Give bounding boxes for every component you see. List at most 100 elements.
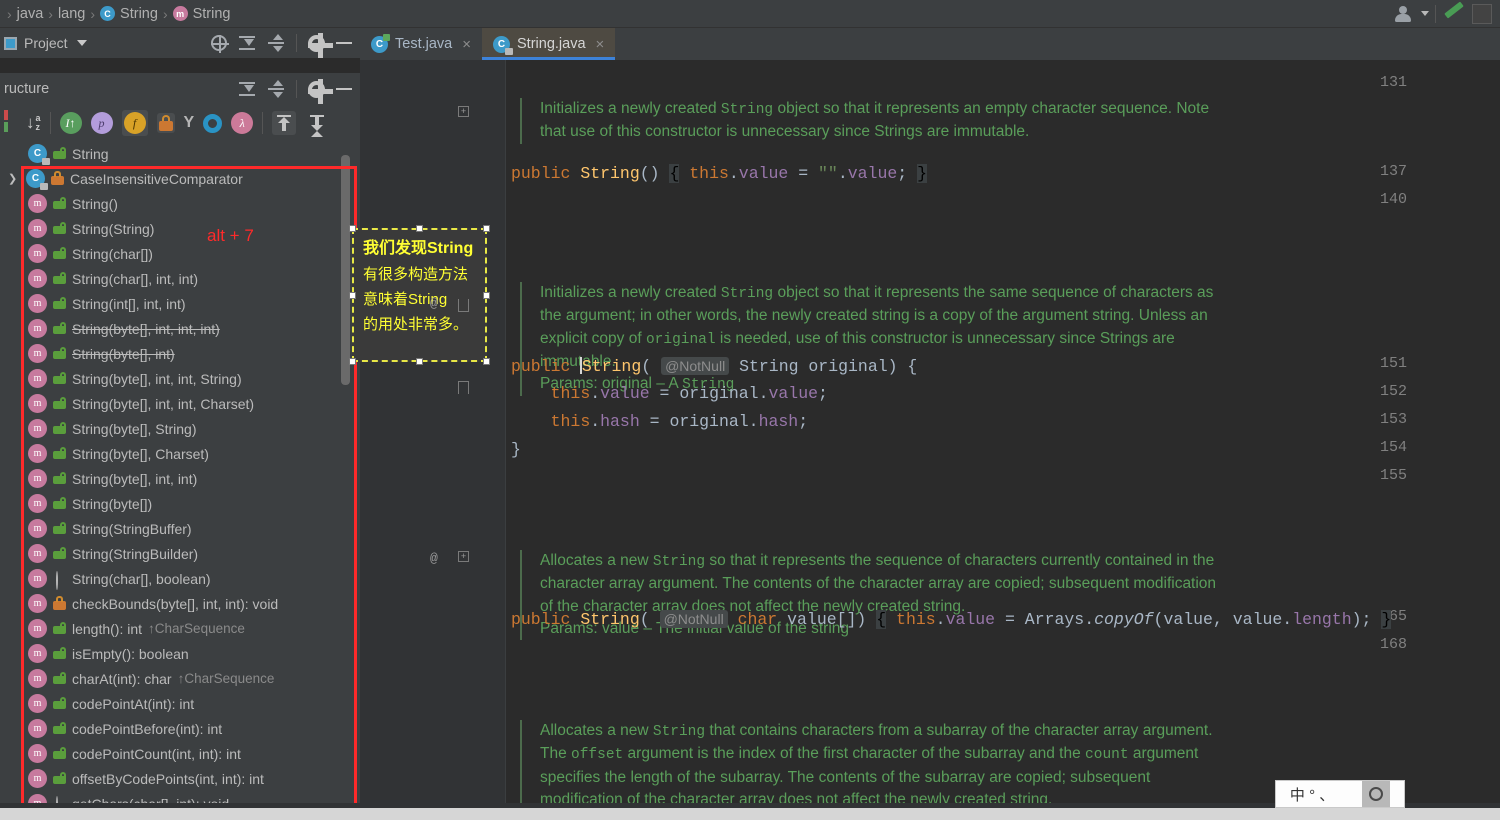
show-fields-icon: f xyxy=(123,112,146,134)
annotation-gutter-icon[interactable]: @ xyxy=(430,296,438,311)
fold-expand-icon[interactable]: + xyxy=(458,106,469,117)
structure-item[interactable]: m checkBounds(byte[], int, int): void xyxy=(0,591,360,616)
structure-item[interactable]: m String(byte[], String) xyxy=(0,416,360,441)
structure-item[interactable]: m String(byte[]) xyxy=(0,491,360,516)
fold-end-icon[interactable] xyxy=(458,381,469,394)
code-line-137[interactable]: public String() { this.value = "".value;… xyxy=(511,163,927,185)
structure-item[interactable]: m codePointAt(int): int xyxy=(0,691,360,716)
structure-item[interactable]: m String(byte[], int, int, int) xyxy=(0,316,360,341)
structure-item[interactable]: m String(byte[], int, int, Charset) xyxy=(0,391,360,416)
resize-handle-s[interactable] xyxy=(416,358,423,365)
hide-panel-icon[interactable] xyxy=(336,42,352,44)
code-line-165[interactable]: public String( @NotNull char value[]) { … xyxy=(511,608,1392,631)
structure-item[interactable]: m String(StringBuilder) xyxy=(0,541,360,566)
structure-tree[interactable]: C String ❯ C CaseInsensitiveComparator m Str… xyxy=(0,141,360,820)
resize-handle-nw[interactable] xyxy=(349,225,356,232)
code-editor[interactable]: 131 137 140 151 152 153 154 155 165 168 Initializ… xyxy=(360,60,1500,820)
code-content[interactable]: Initializes a newly created String objec… xyxy=(506,60,1500,820)
group-by-interface-icon[interactable] xyxy=(203,113,223,133)
structure-item[interactable]: m String(char[], int, int) xyxy=(0,266,360,291)
expand-all-icon[interactable] xyxy=(238,34,256,52)
expand-all-icon[interactable] xyxy=(238,80,256,98)
javadoc-text: is needed, use of this constructor is un… xyxy=(715,329,1175,347)
structure-item[interactable]: m String(byte[], int) xyxy=(0,341,360,366)
show-fields-toggle[interactable]: f xyxy=(121,110,148,136)
structure-item[interactable]: m length(): int ↑CharSequence xyxy=(0,616,360,641)
structure-item[interactable]: m codePointBefore(int): int xyxy=(0,716,360,741)
annotation-note-box[interactable]: 我们发现String 有很多构造方法 意味着String 的用处非常多。 xyxy=(349,225,490,365)
structure-item[interactable]: m charAt(int): char ↑CharSequence xyxy=(0,666,360,691)
show-non-public-toggle[interactable] xyxy=(156,113,175,133)
resize-handle-se[interactable] xyxy=(483,358,490,365)
fold-collapse-icon[interactable] xyxy=(458,299,469,312)
structure-item-label: String(String) xyxy=(72,220,155,237)
breadcrumb-item-class-string[interactable]: String xyxy=(120,6,158,22)
gear-icon[interactable] xyxy=(308,32,333,58)
structure-item[interactable]: m String(byte[], int, int, String) xyxy=(0,366,360,391)
breadcrumb-item-method-string[interactable]: String xyxy=(193,6,231,22)
show-properties-icon[interactable]: p xyxy=(90,112,113,134)
show-inherited-icon[interactable]: I↑ xyxy=(59,112,82,134)
fold-expand-icon[interactable]: + xyxy=(458,551,469,562)
public-visibility-icon xyxy=(53,497,66,510)
structure-item-label: codePointAt(int): int xyxy=(72,695,195,712)
resize-handle-sw[interactable] xyxy=(349,358,356,365)
resize-handle-n[interactable] xyxy=(416,225,423,232)
build-hammer-icon[interactable] xyxy=(1442,0,1466,24)
lock-icon xyxy=(158,115,173,131)
structure-item[interactable]: m offsetByCodePoints(int, int): int xyxy=(0,766,360,791)
resize-handle-w[interactable] xyxy=(349,292,356,299)
structure-item[interactable]: m String(StringBuffer) xyxy=(0,516,360,541)
chevron-down-icon[interactable] xyxy=(1421,11,1429,16)
structure-item[interactable]: m String(byte[], Charset) xyxy=(0,441,360,466)
code-line-152[interactable]: this.value = original.value; xyxy=(511,383,828,405)
structure-item[interactable]: m String(int[], int, int) xyxy=(0,291,360,316)
breadcrumb-item-lang[interactable]: lang xyxy=(58,6,85,22)
tab-string-java[interactable]: C String.java × xyxy=(482,28,616,60)
resize-handle-e[interactable] xyxy=(483,292,490,299)
show-lambdas-icon[interactable]: λ xyxy=(231,112,254,134)
close-icon[interactable]: × xyxy=(596,36,605,53)
capture-icon[interactable] xyxy=(1362,781,1391,807)
user-account-icon[interactable] xyxy=(1393,5,1415,23)
sort-by-visibility-icon[interactable] xyxy=(4,110,17,136)
structure-scrollbar[interactable] xyxy=(341,155,350,385)
toolbar-button[interactable] xyxy=(1472,3,1492,24)
hide-panel-icon[interactable] xyxy=(336,88,352,90)
collapse-all-icon[interactable] xyxy=(267,34,285,52)
locate-icon[interactable] xyxy=(211,35,229,53)
code-line-154[interactable]: } xyxy=(511,439,521,461)
structure-root-string[interactable]: C String xyxy=(0,141,360,166)
breadcrumb-item-java[interactable]: java xyxy=(17,6,44,22)
close-icon[interactable]: × xyxy=(462,36,471,53)
resize-handle-ne[interactable] xyxy=(483,225,490,232)
structure-item[interactable]: m String(char[]) xyxy=(0,241,360,266)
annotation-gutter-icon[interactable]: @ xyxy=(430,551,438,566)
divider xyxy=(49,112,51,134)
inlay-hint-notnull: @NotNull xyxy=(659,610,728,628)
structure-item[interactable]: m String(char[], boolean) xyxy=(0,566,360,591)
expand-all-icon[interactable] xyxy=(272,111,297,135)
chevron-right-icon[interactable]: ❯ xyxy=(8,172,20,185)
code-line-153[interactable]: this.hash = original.hash; xyxy=(511,411,808,433)
code-line-151[interactable]: public String( @NotNull String original)… xyxy=(511,355,917,378)
structure-item[interactable]: m isEmpty(): boolean xyxy=(0,641,360,666)
chevron-down-icon[interactable] xyxy=(76,40,87,46)
tab-label: String.java xyxy=(517,36,586,52)
class-icon: C xyxy=(100,6,116,21)
public-visibility-icon xyxy=(53,147,66,160)
structure-item[interactable]: m String(String) xyxy=(0,216,360,241)
structure-item[interactable]: m String(byte[], int, int) xyxy=(0,466,360,491)
collapse-all-icon[interactable] xyxy=(305,111,329,137)
structure-item[interactable]: m codePointCount(int, int): int xyxy=(0,741,360,766)
note-line-1: 我们发现String xyxy=(363,240,474,257)
structure-item[interactable]: m String() xyxy=(0,191,360,216)
tab-test-java[interactable]: C Test.java × xyxy=(360,28,482,60)
show-anonymous-classes-icon[interactable]: Y xyxy=(184,114,195,132)
editor-gutter[interactable] xyxy=(360,60,506,808)
collapse-all-icon[interactable] xyxy=(267,80,285,98)
gear-icon[interactable] xyxy=(308,78,333,104)
ime-indicator[interactable]: 中 ° 、 xyxy=(1275,780,1405,808)
structure-item[interactable]: ❯ C CaseInsensitiveComparator xyxy=(0,166,360,191)
sort-alphabetically-icon[interactable]: ↓ a z xyxy=(26,113,41,133)
